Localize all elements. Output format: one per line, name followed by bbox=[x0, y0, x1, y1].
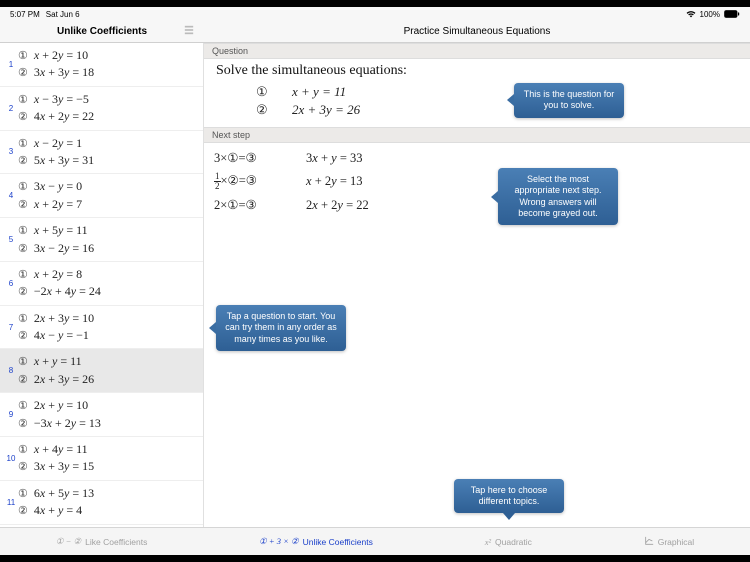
main-panel: Question Solve the simultaneous equation… bbox=[204, 43, 750, 527]
tab-graphical[interactable]: Graphical bbox=[644, 536, 694, 548]
question-number: 5 bbox=[4, 235, 18, 244]
tab-unlike-coefficients[interactable]: ① + 3 × ② Unlike Coefficients bbox=[259, 536, 373, 547]
question-number: 7 bbox=[4, 323, 18, 332]
question-number: 6 bbox=[4, 279, 18, 288]
question-row-1[interactable]: 1①x + 2y = 10②3x + 3y = 18 bbox=[0, 43, 203, 87]
equation-1: x + y = 11 bbox=[292, 84, 346, 100]
sidebar-title: Unlike Coefficients bbox=[0, 26, 204, 37]
battery-pct: 100% bbox=[700, 10, 720, 19]
question-number: 9 bbox=[4, 410, 18, 419]
question-row-9[interactable]: 9①2x + y = 10②−3x + 2y = 13 bbox=[0, 393, 203, 437]
question-number: 8 bbox=[4, 366, 18, 375]
list-icon[interactable] bbox=[184, 25, 194, 38]
graph-icon bbox=[644, 536, 654, 548]
circled-1-icon: ① bbox=[256, 84, 272, 100]
battery-icon bbox=[724, 10, 740, 18]
callout-tabs: Tap here to choose different topics. bbox=[454, 479, 564, 514]
next-step-option-3[interactable]: 2×①=③2x + 2y = 22 bbox=[214, 194, 740, 216]
question-number: 1 bbox=[4, 60, 18, 69]
question-row-3[interactable]: 3①x − 2y = 1②5x + 3y = 31 bbox=[0, 131, 203, 175]
question-prompt: Solve the simultaneous equations: bbox=[216, 63, 738, 79]
next-step-option-2[interactable]: 12×②=③x + 2y = 13 bbox=[214, 169, 740, 194]
question-row-2[interactable]: 2①x − 3y = −5②4x + 2y = 22 bbox=[0, 87, 203, 131]
callout-sidebar: Tap a question to start. You can try the… bbox=[216, 305, 346, 351]
question-row-6[interactable]: 6①x + 2y = 8②−2x + 4y = 24 bbox=[0, 262, 203, 306]
question-number: 10 bbox=[4, 454, 18, 463]
next-step-option-1[interactable]: 3×①=③3x + y = 33 bbox=[214, 147, 740, 169]
question-number: 3 bbox=[4, 147, 18, 156]
callout-question: This is the question for you to solve. bbox=[514, 83, 624, 118]
circled-2-icon: ② bbox=[256, 102, 272, 118]
question-row-8[interactable]: 8①x + y = 11②2x + 3y = 26 bbox=[0, 349, 203, 393]
tab-like-coefficients[interactable]: ① − ② Like Coefficients bbox=[56, 536, 147, 547]
question-row-5[interactable]: 5①x + 5y = 11②3x − 2y = 16 bbox=[0, 218, 203, 262]
question-number: 11 bbox=[4, 498, 18, 507]
status-bar: 5:07 PM Sat Jun 6 100% bbox=[0, 7, 750, 21]
wifi-icon bbox=[686, 10, 696, 18]
callout-nextstep: Select the most appropriate next step. W… bbox=[498, 168, 618, 225]
question-row-7[interactable]: 7①2x + 3y = 10②4x − y = −1 bbox=[0, 306, 203, 350]
question-row-10[interactable]: 10①x + 4y = 11②3x + 3y = 15 bbox=[0, 437, 203, 481]
question-number: 2 bbox=[4, 104, 18, 113]
question-number: 4 bbox=[4, 191, 18, 200]
equation-2: 2x + 3y = 26 bbox=[292, 102, 360, 118]
title-bar: Unlike Coefficients Practice Simultaneou… bbox=[0, 21, 750, 43]
page-title: Practice Simultaneous Equations bbox=[204, 26, 750, 37]
section-label-nextstep: Next step bbox=[204, 127, 750, 143]
tab-quadratic[interactable]: x² Quadratic bbox=[485, 537, 532, 547]
question-row-11[interactable]: 11①6x + 5y = 13②4x + y = 4 bbox=[0, 481, 203, 525]
bottom-tabbar: ① − ② Like Coefficients ① + 3 × ② Unlike… bbox=[0, 527, 750, 555]
section-label-question: Question bbox=[204, 43, 750, 59]
status-time: 5:07 PM bbox=[10, 10, 40, 19]
question-row-4[interactable]: 4①3x − y = 0②x + 2y = 7 bbox=[0, 174, 203, 218]
status-date: Sat Jun 6 bbox=[46, 10, 80, 19]
question-list[interactable]: 1①x + 2y = 10②3x + 3y = 182①x − 3y = −5②… bbox=[0, 43, 204, 527]
